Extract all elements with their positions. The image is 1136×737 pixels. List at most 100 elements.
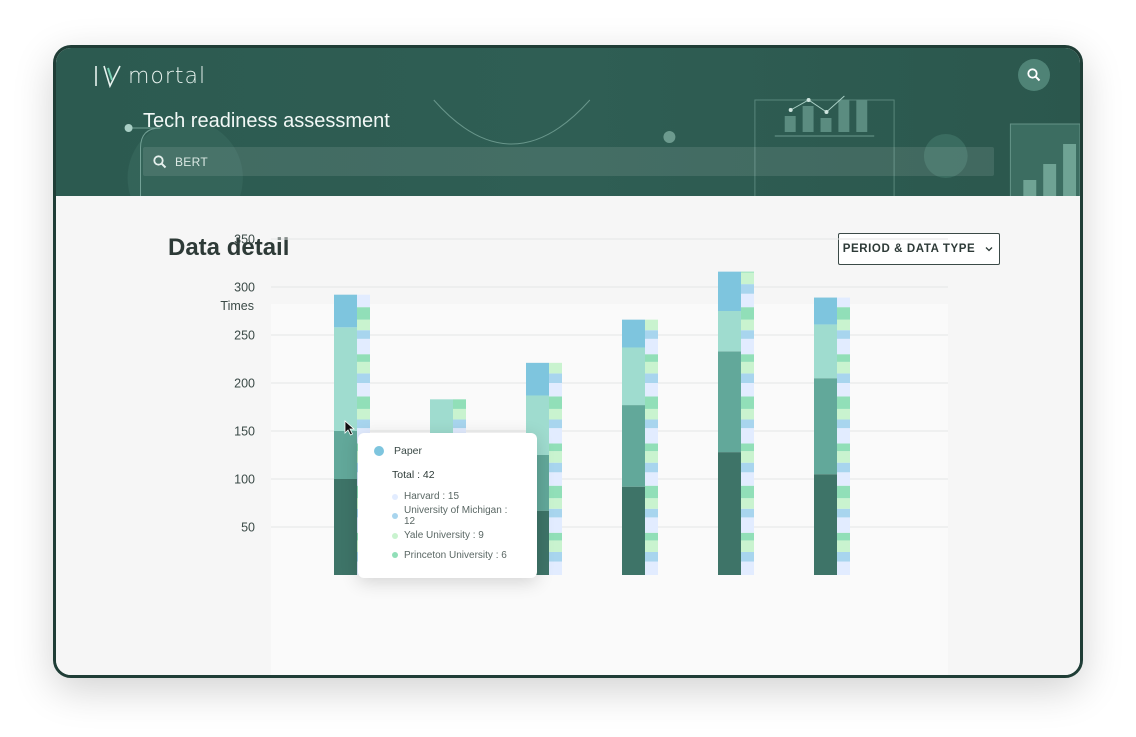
bar-detail-segment bbox=[741, 396, 754, 409]
tooltip-series: Paper bbox=[394, 445, 423, 457]
tooltip-item-label: University of Michigan : 12 bbox=[403, 505, 508, 528]
bar-segment-paper bbox=[622, 319, 645, 348]
bar-detail-segment bbox=[645, 361, 658, 374]
bar-detail-segment bbox=[837, 307, 850, 320]
bar-segment-paper bbox=[526, 362, 549, 396]
bar-detail-segment bbox=[549, 362, 562, 374]
bar-detail-segment bbox=[741, 419, 754, 429]
bar-detail-segment bbox=[741, 319, 754, 331]
bar-detail-segment bbox=[645, 561, 658, 575]
bar-detail-segment bbox=[645, 319, 658, 331]
bar-detail-segment bbox=[741, 307, 754, 320]
bar-detail-segment bbox=[837, 419, 850, 429]
tooltip-item-label: Harvard : 15 bbox=[404, 491, 460, 503]
bar-detail-segment bbox=[837, 319, 850, 331]
bar-detail-segment bbox=[837, 561, 850, 575]
bar-detail-segment bbox=[741, 428, 754, 444]
bar-segment-dark bbox=[814, 474, 837, 575]
search-bar[interactable] bbox=[143, 147, 994, 176]
bar-detail-segment bbox=[357, 319, 370, 331]
bar-detail-segment bbox=[645, 485, 658, 499]
bar-detail-segment bbox=[645, 373, 658, 383]
bar-detail-segment bbox=[357, 419, 370, 429]
tooltip-item-label: Princeton University : 6 bbox=[404, 549, 507, 561]
y-tick-label: 350 bbox=[234, 233, 255, 247]
bar-detail-segment bbox=[741, 271, 754, 273]
y-tick-label: 150 bbox=[234, 425, 255, 439]
device-frame: mortal Tech readiness assessment Data de… bbox=[53, 45, 1083, 678]
bar-detail-segment bbox=[549, 517, 562, 533]
bar-segment-paper bbox=[334, 294, 357, 328]
bar-detail-segment bbox=[549, 451, 562, 463]
bar-detail-segment bbox=[837, 508, 850, 518]
bar-detail-segment bbox=[837, 297, 850, 308]
bar-detail-segment bbox=[837, 361, 850, 374]
bar-detail-segment bbox=[741, 354, 754, 362]
bar-detail-segment bbox=[645, 354, 658, 362]
y-tick-label: 250 bbox=[234, 329, 255, 343]
bar-segment-light bbox=[814, 324, 837, 379]
bar-detail-segment bbox=[357, 330, 370, 339]
bar-detail-segment bbox=[741, 517, 754, 533]
michigan-dot bbox=[392, 513, 398, 520]
bar-segment-paper bbox=[814, 297, 837, 325]
bar-detail-segment bbox=[741, 498, 754, 509]
yale-dot bbox=[392, 532, 398, 539]
tooltip-header: Paper bbox=[374, 445, 521, 457]
bar-detail-segment bbox=[453, 419, 466, 429]
tooltip-item-label: Yale University : 9 bbox=[404, 530, 484, 542]
tooltip-list: Harvard : 15 University of Michigan : 12… bbox=[374, 487, 521, 565]
bar-detail-segment bbox=[645, 428, 658, 444]
chart-svg: Times 50 100 150 200 250 300 350 bbox=[220, 233, 948, 675]
bar-detail-segment bbox=[645, 408, 658, 420]
bar-detail-segment bbox=[741, 272, 754, 285]
bar-detail-segment bbox=[837, 373, 850, 383]
princeton-dot bbox=[392, 552, 398, 559]
chart: Times 50 100 150 200 250 300 350 Paper Total : … bbox=[56, 196, 1080, 675]
bar-detail-segment bbox=[837, 472, 850, 486]
bar-detail-segment bbox=[645, 330, 658, 339]
y-axis-label: Times bbox=[220, 299, 254, 313]
bar-detail-segment bbox=[357, 294, 370, 308]
bar-detail-segment bbox=[741, 561, 754, 575]
bar-detail-segment bbox=[357, 383, 370, 397]
bar-detail-segment bbox=[645, 551, 658, 562]
bar-detail-segment bbox=[837, 498, 850, 509]
logo-text: mortal bbox=[128, 63, 207, 89]
bar-detail-segment bbox=[837, 517, 850, 533]
bar-detail-segment bbox=[645, 532, 658, 541]
bar-detail-segment bbox=[549, 462, 562, 473]
bar-detail-segment bbox=[645, 462, 658, 473]
bar-segment-dark bbox=[622, 486, 645, 575]
bar-detail-segment bbox=[741, 551, 754, 562]
header-search-button[interactable] bbox=[1018, 59, 1050, 91]
bar-detail-segment bbox=[741, 293, 754, 308]
page-title: Tech readiness assessment bbox=[143, 110, 390, 132]
bar-detail-segment bbox=[645, 419, 658, 429]
bar-detail-segment bbox=[837, 354, 850, 362]
bar-detail-segment bbox=[837, 451, 850, 463]
bar-detail-segment bbox=[837, 408, 850, 420]
bar-detail-segment bbox=[645, 508, 658, 518]
chart-tooltip: Paper Total : 42 Harvard : 15 University… bbox=[358, 433, 537, 578]
bar-detail-segment bbox=[741, 540, 754, 552]
bar-detail-segment bbox=[549, 561, 562, 575]
tooltip-item-princeton: Princeton University : 6 bbox=[392, 546, 521, 566]
bar-detail-segment bbox=[549, 419, 562, 429]
search-icon bbox=[153, 154, 167, 168]
bar-detail-segment bbox=[357, 361, 370, 374]
bar-detail-segment bbox=[357, 338, 370, 355]
bar-detail-segment bbox=[837, 540, 850, 552]
app-logo[interactable]: mortal bbox=[92, 62, 206, 90]
bar-detail-segment bbox=[549, 532, 562, 541]
y-tick-label: 200 bbox=[234, 377, 255, 391]
tooltip-item-yale: Yale University : 9 bbox=[392, 526, 521, 546]
search-input[interactable] bbox=[175, 154, 955, 169]
bar-detail-segment bbox=[741, 338, 754, 355]
bar-detail-segment bbox=[741, 472, 754, 486]
bar-segment-dark bbox=[334, 479, 357, 575]
bar-detail-segment bbox=[549, 551, 562, 562]
tooltip-total: Total : 42 bbox=[392, 469, 435, 481]
bar-detail-segment bbox=[741, 408, 754, 420]
bar-detail-segment bbox=[549, 472, 562, 486]
